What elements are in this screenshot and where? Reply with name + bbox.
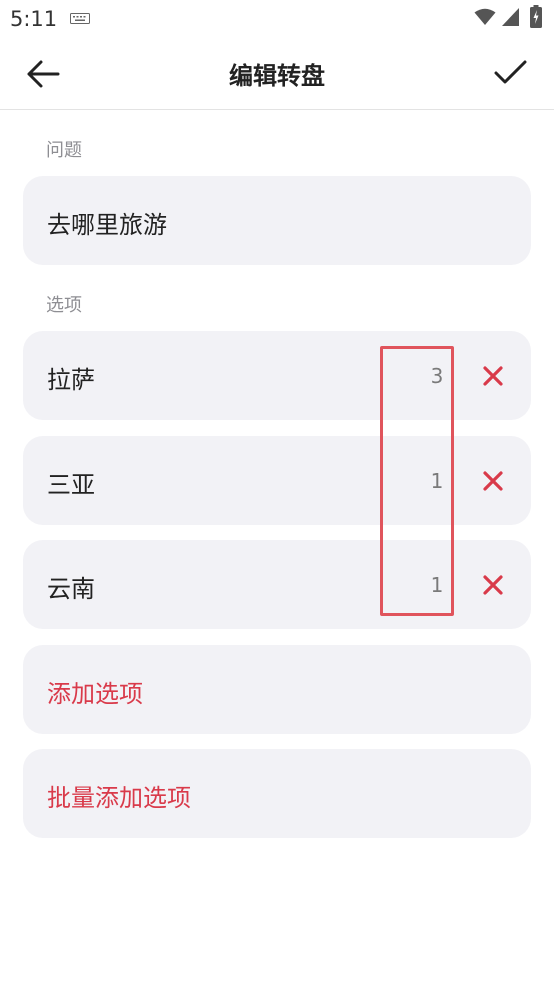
weight-highlight-box <box>380 346 454 616</box>
confirm-button[interactable] <box>490 54 530 90</box>
wifi-icon <box>474 8 496 25</box>
option-row: 拉萨 3 <box>23 331 531 420</box>
toolbar: 编辑转盘 <box>0 38 554 110</box>
keyboard-icon <box>70 13 90 24</box>
option-name-input[interactable]: 三亚 <box>47 465 95 500</box>
delete-option-button[interactable] <box>481 364 505 388</box>
status-time: 5:11 <box>10 7 58 31</box>
delete-option-button[interactable] <box>481 469 505 493</box>
question-section-label: 问题 <box>46 140 82 161</box>
edit-wheel-screen: 5:11 编辑转盘 问题 去哪里旅游 选项 拉萨 3 三亚 1 云南 1 添加选… <box>0 0 554 984</box>
options-section-label: 选项 <box>46 295 82 316</box>
question-text: 去哪里旅游 <box>47 211 167 239</box>
add-option-button[interactable]: 添加选项 <box>23 645 531 734</box>
battery-icon <box>530 5 542 28</box>
add-option-label: 添加选项 <box>47 680 143 708</box>
option-name-input[interactable]: 拉萨 <box>47 360 95 395</box>
signal-icon <box>502 8 519 26</box>
option-row: 云南 1 <box>23 540 531 629</box>
delete-option-button[interactable] <box>481 573 505 597</box>
checkmark-icon <box>494 60 527 84</box>
option-name-input[interactable]: 云南 <box>47 569 95 604</box>
status-bar: 5:11 <box>0 0 554 38</box>
question-input[interactable]: 去哪里旅游 <box>23 176 531 265</box>
close-x-icon <box>483 366 503 386</box>
close-x-icon <box>483 471 503 491</box>
close-x-icon <box>483 575 503 595</box>
option-row: 三亚 1 <box>23 436 531 525</box>
batch-add-label: 批量添加选项 <box>47 784 191 812</box>
batch-add-options-button[interactable]: 批量添加选项 <box>23 749 531 838</box>
page-title: 编辑转盘 <box>229 62 325 90</box>
